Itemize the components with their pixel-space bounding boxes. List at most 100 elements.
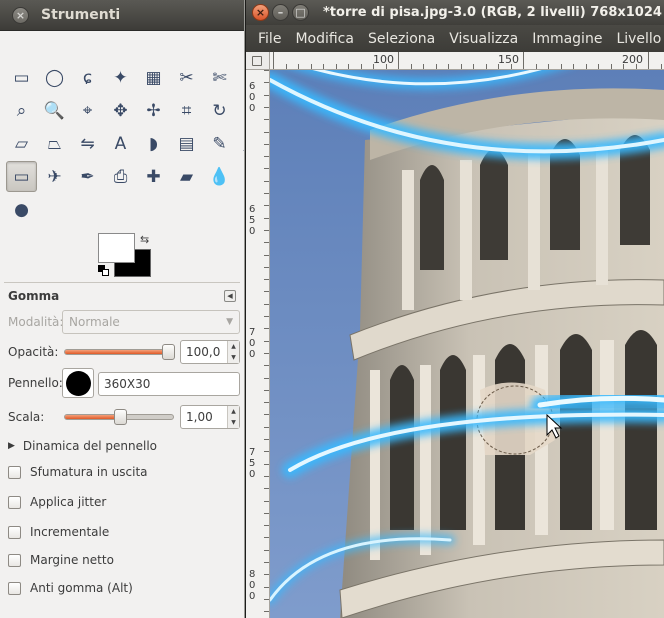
scale-icon[interactable]: ⤡ [237,95,244,126]
vruler-label-digit: 7 [249,327,256,338]
menu-livello[interactable]: Livello [616,31,661,47]
pencil-icon[interactable]: ✎ [204,128,235,159]
brush-preview-button[interactable] [62,368,94,398]
vruler-label-digit: 0 [249,226,256,237]
ruler-tick [264,414,269,416]
color-picker-icon[interactable]: ⌕ [6,95,37,126]
rect-select-icon[interactable]: ▭ [6,62,37,93]
dodge-burn-icon[interactable]: ● [6,194,37,225]
flip-icon[interactable]: ⇋ [72,128,103,159]
brush-name-field[interactable]: 360X30 [98,372,240,396]
scale-spin-arrows-icon[interactable]: ▲ ▼ [227,406,239,428]
ruler-tick [264,574,269,576]
ruler-tick [264,229,269,231]
dynamics-expander[interactable]: ▶ Dinamica del pennello [8,434,157,458]
paintbrush-icon[interactable]: 🖌 [237,128,244,159]
ink-icon[interactable]: ✒ [72,161,103,192]
bucket-fill-icon[interactable]: ◗ [138,128,169,159]
crop-icon[interactable]: ⌗ [171,95,202,126]
menu-modifica[interactable]: Modifica [295,31,354,47]
ruler-tick [423,64,424,69]
scale-spinbox[interactable]: 1,00 ▲ ▼ [180,405,240,429]
image-minimize-button[interactable]: – [272,4,289,21]
jitter-label: Applica jitter [30,495,107,509]
horizontal-ruler[interactable]: 100 150 200 [270,52,664,70]
ruler-tick [660,64,662,69]
menu-arrow-icon [252,56,262,66]
vertical-ruler[interactable]: 600650700750800 [246,70,270,618]
text-icon[interactable]: A [105,128,136,159]
menu-visualizza[interactable]: Visualizza [449,31,518,47]
free-select-icon[interactable]: ɕ [72,62,103,93]
foreground-select-icon[interactable]: ✄ [204,62,235,93]
foreground-color-swatch[interactable] [98,233,135,263]
clone-icon[interactable]: ⎙ [105,161,136,192]
menu-immagine[interactable]: Immagine [532,31,602,47]
scissors-select-icon[interactable]: ✂ [171,62,202,93]
options-separator [4,282,240,283]
incremental-checkbox[interactable] [8,525,21,539]
airbrush-icon[interactable]: ✈ [39,161,70,192]
opacity-slider-thumb[interactable] [162,344,175,360]
incremental-checkbox-row[interactable]: Incrementale [8,520,109,544]
hard-edge-checkbox[interactable] [8,553,21,567]
image-maximize-button[interactable]: □ [292,4,309,21]
menu-file[interactable]: File [258,31,281,47]
toolbox-window: × Strumenti ▭◯ɕ✦▦✂✄✒⌕🔍⌖✥✢⌗↻⤡▱⏢⇋A◗▤✎🖌▭✈✒⎙… [0,0,245,618]
fuzzy-select-icon[interactable]: ✦ [105,62,136,93]
opacity-spinbox[interactable]: 100,0 ▲ ▼ [180,340,240,364]
mode-combo[interactable]: Normale ▼ [62,310,240,334]
jitter-checkbox[interactable] [8,495,21,509]
vruler-label-digit: 5 [249,215,256,226]
ruler-tick [573,64,574,69]
ruler-tick [264,279,269,281]
ruler-tick [264,168,269,170]
perspective-clone-icon[interactable]: ▰ [171,161,202,192]
measure-icon[interactable]: ⌖ [72,95,103,126]
ruler-tick [264,82,269,84]
smudge-icon[interactable]: ☝ [237,161,244,192]
default-colors-icon[interactable] [98,265,109,276]
anti-erase-checkbox-row[interactable]: Anti gomma (Alt) [8,576,133,600]
hard-edge-checkbox-row[interactable]: Margine netto [8,548,114,572]
blend-icon[interactable]: ▤ [171,128,202,159]
opacity-slider[interactable] [64,344,175,360]
fade-checkbox[interactable] [8,465,21,479]
dynamics-label: Dinamica del pennello [22,439,157,453]
eraser-icon[interactable]: ▭ [6,161,37,192]
scale-slider[interactable] [64,409,174,425]
image-canvas[interactable] [270,70,664,618]
image-close-button[interactable]: × [252,4,269,21]
ellipse-select-icon[interactable]: ◯ [39,62,70,93]
ruler-tick [548,64,549,69]
tool-grid: ▭◯ɕ✦▦✂✄✒⌕🔍⌖✥✢⌗↻⤡▱⏢⇋A◗▤✎🖌▭✈✒⎙✚▰💧☝● [6,62,244,227]
zoom-icon[interactable]: 🔍 [39,95,70,126]
fade-checkbox-row[interactable]: Sfumatura in uscita [8,460,148,484]
ruler-tick [264,488,269,490]
options-menu-icon[interactable]: ◀ [224,290,236,302]
move-icon[interactable]: ✥ [105,95,136,126]
anti-erase-checkbox[interactable] [8,581,21,595]
perspective-icon[interactable]: ⏢ [39,128,70,159]
paths-icon[interactable]: ✒ [237,62,244,93]
opacity-spin-arrows-icon[interactable]: ▲ ▼ [227,341,239,363]
align-icon[interactable]: ✢ [138,95,169,126]
rotate-icon[interactable]: ↻ [204,95,235,126]
swap-colors-icon[interactable]: ⇆ [140,233,149,246]
heal-icon[interactable]: ✚ [138,161,169,192]
brush-name: 360X30 [104,377,151,391]
ruler-tick [264,70,269,71]
quick-mask-toggle[interactable] [246,52,270,70]
ruler-tick [264,316,269,317]
jitter-checkbox-row[interactable]: Applica jitter [8,490,106,514]
ruler-tick [264,377,269,379]
blur-icon[interactable]: 💧 [204,161,235,192]
scale-slider-thumb[interactable] [114,409,127,425]
color-area: ⇆ [98,233,154,279]
menu-seleziona[interactable]: Seleziona [368,31,435,47]
ruler-tick [264,303,269,305]
toolbox-close-button[interactable]: × [12,6,29,24]
shear-icon[interactable]: ▱ [6,128,37,159]
select-by-color-icon[interactable]: ▦ [138,62,169,93]
vruler-label-digit: 0 [249,349,256,360]
